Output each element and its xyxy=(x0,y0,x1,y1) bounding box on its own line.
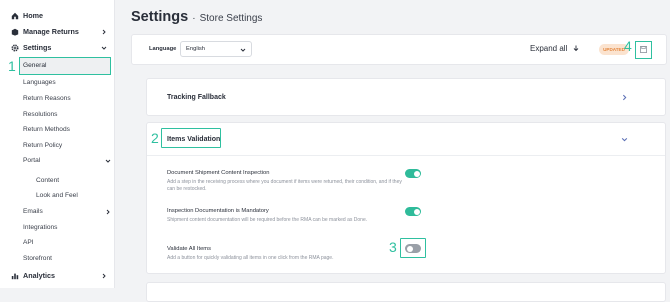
settings-toolbar: Language English Expand all UPDATED xyxy=(131,34,667,65)
sidebar-item-emails[interactable]: Emails xyxy=(23,208,111,215)
setting-description: Add a step in the receiving process wher… xyxy=(167,179,402,192)
sidebar-item-label: Home xyxy=(23,11,43,20)
sidebar-item-return-methods[interactable]: Return Methods xyxy=(23,126,70,133)
sidebar-item-return-policy[interactable]: Return Policy xyxy=(23,142,62,149)
language-select[interactable]: English xyxy=(180,41,252,57)
sidebar-item-api[interactable]: API xyxy=(23,239,34,246)
tracking-fallback-panel[interactable]: Tracking Fallback xyxy=(146,78,666,116)
box-icon xyxy=(10,27,19,36)
page-title-main: Settings xyxy=(131,9,189,25)
sidebar-item-analytics[interactable]: Analytics xyxy=(10,271,113,280)
sidebar: Home Manage Returns Settings General Lan… xyxy=(0,0,115,288)
sidebar-item-portal[interactable]: Portal xyxy=(23,157,111,164)
sidebar-item-return-reasons[interactable]: Return Reasons xyxy=(23,95,71,102)
panel-title[interactable]: Items Validation xyxy=(167,136,220,143)
chevron-down-icon[interactable] xyxy=(621,136,628,143)
chevron-down-icon xyxy=(101,46,107,50)
bar-chart-icon xyxy=(10,271,19,280)
sidebar-item-label: Manage Returns xyxy=(23,27,79,36)
save-button[interactable] xyxy=(635,41,652,59)
annotation-number: 3 xyxy=(389,239,397,255)
setting-description: Add a button for quickly validating all … xyxy=(167,255,334,261)
page-subtitle: Store Settings xyxy=(199,13,263,24)
annotation-number: 2 xyxy=(151,130,159,146)
sidebar-item-languages[interactable]: Languages xyxy=(23,79,56,86)
chevron-right-icon xyxy=(102,29,106,35)
sidebar-item-label: Portal xyxy=(23,157,41,164)
items-validation-panel: Items Validation Document Shipment Conte… xyxy=(146,122,666,274)
sidebar-item-manage-returns[interactable]: Manage Returns xyxy=(10,27,113,36)
title-separator: · xyxy=(192,13,196,24)
sidebar-item-label: Emails xyxy=(23,208,43,215)
home-icon xyxy=(10,11,19,20)
page-title: Settings · Store Settings xyxy=(131,9,262,25)
expand-all-button[interactable]: Expand all xyxy=(530,44,579,53)
toggle-validate-all-items[interactable] xyxy=(405,244,421,253)
sidebar-item-look-and-feel[interactable]: Look and Feel xyxy=(36,192,78,199)
chevron-right-icon xyxy=(102,273,106,279)
chevron-right-icon xyxy=(106,209,110,215)
save-icon xyxy=(640,46,647,53)
panel-title: Tracking Fallback xyxy=(167,94,226,101)
sidebar-item-integrations[interactable]: Integrations xyxy=(23,224,57,231)
expand-all-label: Expand all xyxy=(530,44,568,53)
chevron-down-icon xyxy=(105,159,111,163)
toggle-inspection-mandatory[interactable] xyxy=(405,207,421,216)
sidebar-item-label: Settings xyxy=(23,43,52,52)
sidebar-item-label: General xyxy=(23,62,47,69)
sidebar-item-settings[interactable]: Settings xyxy=(10,43,113,52)
sidebar-item-storefront[interactable]: Storefront xyxy=(23,255,52,262)
gear-icon xyxy=(10,43,19,52)
annotation-number: 1 xyxy=(8,58,16,74)
toggle-document-inspection[interactable] xyxy=(405,169,421,178)
setting-description: Shipment content documentation will be r… xyxy=(167,217,368,223)
sidebar-item-content[interactable]: Content xyxy=(36,177,59,184)
sidebar-item-home[interactable]: Home xyxy=(10,11,43,20)
setting-title: Validate All Items xyxy=(167,246,212,252)
sidebar-item-label: Analytics xyxy=(23,271,55,280)
arrow-down-icon xyxy=(573,45,578,52)
sidebar-item-general[interactable]: General xyxy=(19,57,111,75)
setting-title: Inspection Documentation is Mandatory xyxy=(167,208,269,214)
language-value: English xyxy=(186,46,206,52)
next-panel xyxy=(146,282,666,302)
divider xyxy=(147,155,665,156)
chevron-right-icon xyxy=(622,94,627,101)
annotation-number: 4 xyxy=(624,38,632,54)
sidebar-item-resolutions[interactable]: Resolutions xyxy=(23,111,57,118)
chevron-down-icon xyxy=(240,48,246,52)
setting-title: Document Shipment Content Inspection xyxy=(167,170,270,176)
language-label: Language xyxy=(149,46,177,52)
